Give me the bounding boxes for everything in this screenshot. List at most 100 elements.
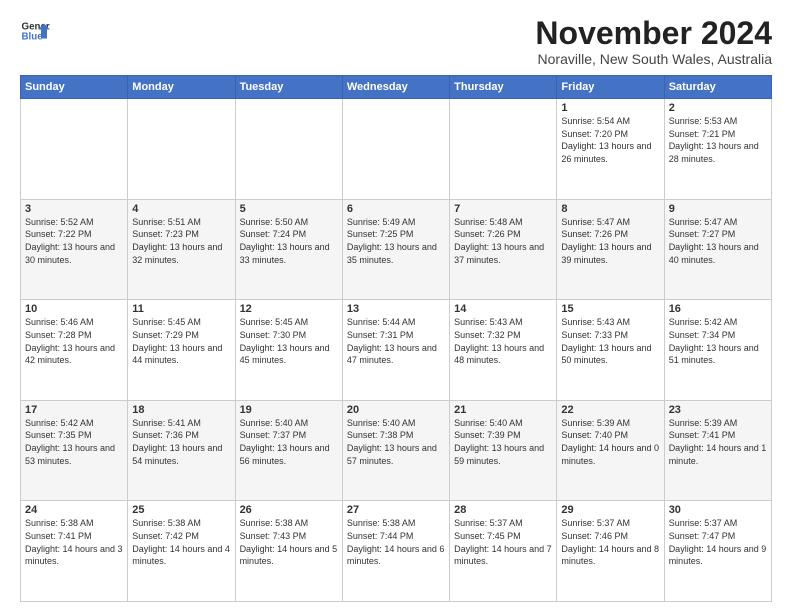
day-number: 28 xyxy=(454,504,552,516)
weekday-header: Thursday xyxy=(450,76,557,99)
calendar-cell: 19Sunrise: 5:40 AM Sunset: 7:37 PM Dayli… xyxy=(235,400,342,501)
day-number: 5 xyxy=(240,203,338,215)
day-number: 20 xyxy=(347,404,445,416)
calendar-cell xyxy=(128,99,235,200)
day-number: 17 xyxy=(25,404,123,416)
day-number: 12 xyxy=(240,303,338,315)
day-number: 15 xyxy=(561,303,659,315)
calendar-cell: 24Sunrise: 5:38 AM Sunset: 7:41 PM Dayli… xyxy=(21,501,128,602)
day-info: Sunrise: 5:40 AM Sunset: 7:37 PM Dayligh… xyxy=(240,417,338,467)
day-number: 30 xyxy=(669,504,767,516)
calendar-cell: 20Sunrise: 5:40 AM Sunset: 7:38 PM Dayli… xyxy=(342,400,449,501)
day-info: Sunrise: 5:39 AM Sunset: 7:41 PM Dayligh… xyxy=(669,417,767,467)
logo: General Blue xyxy=(20,16,50,46)
calendar-cell: 10Sunrise: 5:46 AM Sunset: 7:28 PM Dayli… xyxy=(21,300,128,401)
day-info: Sunrise: 5:38 AM Sunset: 7:42 PM Dayligh… xyxy=(132,517,230,567)
day-number: 22 xyxy=(561,404,659,416)
calendar-cell: 4Sunrise: 5:51 AM Sunset: 7:23 PM Daylig… xyxy=(128,199,235,300)
day-info: Sunrise: 5:37 AM Sunset: 7:46 PM Dayligh… xyxy=(561,517,659,567)
day-number: 23 xyxy=(669,404,767,416)
day-number: 8 xyxy=(561,203,659,215)
day-number: 21 xyxy=(454,404,552,416)
calendar-cell: 11Sunrise: 5:45 AM Sunset: 7:29 PM Dayli… xyxy=(128,300,235,401)
weekday-header: Monday xyxy=(128,76,235,99)
day-number: 16 xyxy=(669,303,767,315)
calendar-cell: 3Sunrise: 5:52 AM Sunset: 7:22 PM Daylig… xyxy=(21,199,128,300)
day-info: Sunrise: 5:40 AM Sunset: 7:39 PM Dayligh… xyxy=(454,417,552,467)
day-number: 2 xyxy=(669,102,767,114)
calendar-week-row: 3Sunrise: 5:52 AM Sunset: 7:22 PM Daylig… xyxy=(21,199,772,300)
day-info: Sunrise: 5:48 AM Sunset: 7:26 PM Dayligh… xyxy=(454,216,552,266)
day-info: Sunrise: 5:52 AM Sunset: 7:22 PM Dayligh… xyxy=(25,216,123,266)
day-number: 4 xyxy=(132,203,230,215)
calendar-cell: 22Sunrise: 5:39 AM Sunset: 7:40 PM Dayli… xyxy=(557,400,664,501)
weekday-header: Saturday xyxy=(664,76,771,99)
day-info: Sunrise: 5:45 AM Sunset: 7:30 PM Dayligh… xyxy=(240,316,338,366)
calendar-cell: 16Sunrise: 5:42 AM Sunset: 7:34 PM Dayli… xyxy=(664,300,771,401)
day-info: Sunrise: 5:43 AM Sunset: 7:33 PM Dayligh… xyxy=(561,316,659,366)
day-number: 6 xyxy=(347,203,445,215)
day-number: 27 xyxy=(347,504,445,516)
day-number: 14 xyxy=(454,303,552,315)
day-info: Sunrise: 5:38 AM Sunset: 7:43 PM Dayligh… xyxy=(240,517,338,567)
day-info: Sunrise: 5:37 AM Sunset: 7:47 PM Dayligh… xyxy=(669,517,767,567)
calendar-cell: 14Sunrise: 5:43 AM Sunset: 7:32 PM Dayli… xyxy=(450,300,557,401)
day-info: Sunrise: 5:40 AM Sunset: 7:38 PM Dayligh… xyxy=(347,417,445,467)
day-number: 3 xyxy=(25,203,123,215)
calendar-week-row: 10Sunrise: 5:46 AM Sunset: 7:28 PM Dayli… xyxy=(21,300,772,401)
calendar-cell: 30Sunrise: 5:37 AM Sunset: 7:47 PM Dayli… xyxy=(664,501,771,602)
weekday-header: Wednesday xyxy=(342,76,449,99)
day-info: Sunrise: 5:44 AM Sunset: 7:31 PM Dayligh… xyxy=(347,316,445,366)
day-number: 1 xyxy=(561,102,659,114)
calendar-cell xyxy=(342,99,449,200)
day-number: 29 xyxy=(561,504,659,516)
logo-icon: General Blue xyxy=(20,16,50,46)
day-number: 19 xyxy=(240,404,338,416)
day-info: Sunrise: 5:38 AM Sunset: 7:41 PM Dayligh… xyxy=(25,517,123,567)
calendar-week-row: 17Sunrise: 5:42 AM Sunset: 7:35 PM Dayli… xyxy=(21,400,772,501)
calendar-week-row: 24Sunrise: 5:38 AM Sunset: 7:41 PM Dayli… xyxy=(21,501,772,602)
calendar-table: SundayMondayTuesdayWednesdayThursdayFrid… xyxy=(20,75,772,602)
day-number: 25 xyxy=(132,504,230,516)
calendar-cell: 26Sunrise: 5:38 AM Sunset: 7:43 PM Dayli… xyxy=(235,501,342,602)
calendar-cell: 15Sunrise: 5:43 AM Sunset: 7:33 PM Dayli… xyxy=(557,300,664,401)
weekday-header: Tuesday xyxy=(235,76,342,99)
day-info: Sunrise: 5:54 AM Sunset: 7:20 PM Dayligh… xyxy=(561,115,659,165)
weekday-header-row: SundayMondayTuesdayWednesdayThursdayFrid… xyxy=(21,76,772,99)
header: General Blue November 2024 Noraville, Ne… xyxy=(20,16,772,67)
month-title: November 2024 xyxy=(535,16,772,51)
day-info: Sunrise: 5:47 AM Sunset: 7:26 PM Dayligh… xyxy=(561,216,659,266)
calendar-cell: 25Sunrise: 5:38 AM Sunset: 7:42 PM Dayli… xyxy=(128,501,235,602)
svg-text:Blue: Blue xyxy=(22,31,44,42)
day-info: Sunrise: 5:50 AM Sunset: 7:24 PM Dayligh… xyxy=(240,216,338,266)
calendar-cell: 27Sunrise: 5:38 AM Sunset: 7:44 PM Dayli… xyxy=(342,501,449,602)
day-number: 13 xyxy=(347,303,445,315)
day-number: 11 xyxy=(132,303,230,315)
calendar-cell: 29Sunrise: 5:37 AM Sunset: 7:46 PM Dayli… xyxy=(557,501,664,602)
calendar-cell: 18Sunrise: 5:41 AM Sunset: 7:36 PM Dayli… xyxy=(128,400,235,501)
day-number: 26 xyxy=(240,504,338,516)
page: General Blue November 2024 Noraville, Ne… xyxy=(0,0,792,612)
calendar-cell: 6Sunrise: 5:49 AM Sunset: 7:25 PM Daylig… xyxy=(342,199,449,300)
day-info: Sunrise: 5:38 AM Sunset: 7:44 PM Dayligh… xyxy=(347,517,445,567)
day-info: Sunrise: 5:42 AM Sunset: 7:35 PM Dayligh… xyxy=(25,417,123,467)
calendar-week-row: 1Sunrise: 5:54 AM Sunset: 7:20 PM Daylig… xyxy=(21,99,772,200)
day-info: Sunrise: 5:37 AM Sunset: 7:45 PM Dayligh… xyxy=(454,517,552,567)
day-info: Sunrise: 5:42 AM Sunset: 7:34 PM Dayligh… xyxy=(669,316,767,366)
calendar-cell: 2Sunrise: 5:53 AM Sunset: 7:21 PM Daylig… xyxy=(664,99,771,200)
calendar-cell: 7Sunrise: 5:48 AM Sunset: 7:26 PM Daylig… xyxy=(450,199,557,300)
day-info: Sunrise: 5:41 AM Sunset: 7:36 PM Dayligh… xyxy=(132,417,230,467)
day-info: Sunrise: 5:49 AM Sunset: 7:25 PM Dayligh… xyxy=(347,216,445,266)
location: Noraville, New South Wales, Australia xyxy=(535,51,772,67)
calendar-cell: 28Sunrise: 5:37 AM Sunset: 7:45 PM Dayli… xyxy=(450,501,557,602)
calendar-cell: 17Sunrise: 5:42 AM Sunset: 7:35 PM Dayli… xyxy=(21,400,128,501)
day-number: 9 xyxy=(669,203,767,215)
day-info: Sunrise: 5:51 AM Sunset: 7:23 PM Dayligh… xyxy=(132,216,230,266)
day-info: Sunrise: 5:39 AM Sunset: 7:40 PM Dayligh… xyxy=(561,417,659,467)
calendar-cell: 13Sunrise: 5:44 AM Sunset: 7:31 PM Dayli… xyxy=(342,300,449,401)
calendar-cell: 12Sunrise: 5:45 AM Sunset: 7:30 PM Dayli… xyxy=(235,300,342,401)
weekday-header: Sunday xyxy=(21,76,128,99)
calendar-cell: 1Sunrise: 5:54 AM Sunset: 7:20 PM Daylig… xyxy=(557,99,664,200)
calendar-cell xyxy=(450,99,557,200)
calendar-cell: 5Sunrise: 5:50 AM Sunset: 7:24 PM Daylig… xyxy=(235,199,342,300)
